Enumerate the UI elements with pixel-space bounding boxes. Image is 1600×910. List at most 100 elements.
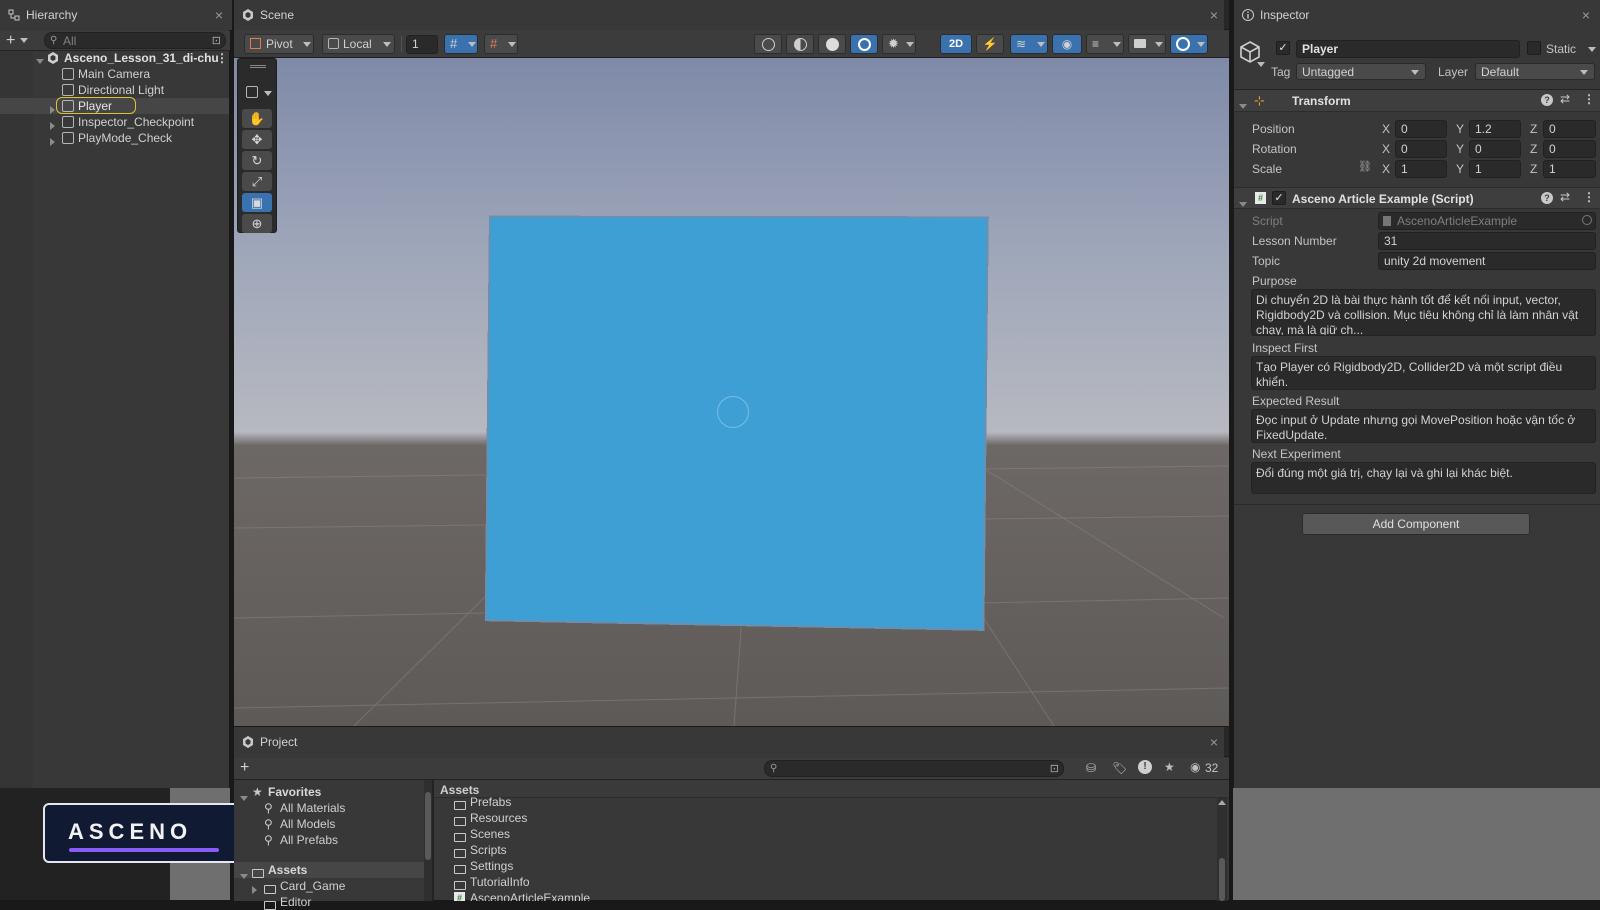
shaded-button[interactable] [818,34,846,54]
scroll-up-arrow-icon[interactable] [1218,800,1226,805]
hierarchy-item[interactable]: Directional Light [0,82,229,98]
next-experiment-textarea[interactable]: Đổi đúng một giá trị, chạy lại và ghi lạ… [1251,462,1596,494]
log-types-icon[interactable]: ! [1138,760,1152,774]
wireframe-shading-button[interactable] [754,34,782,54]
assets-scrollbar-thumb[interactable] [1219,858,1225,901]
help-icon[interactable]: ? [1541,94,1553,106]
local-dropdown[interactable]: Local [322,34,395,54]
asset-item[interactable]: TutorialInfo [434,874,1229,890]
hand-tool[interactable]: ✋ [242,109,272,128]
lighting-mode-button[interactable] [850,34,878,54]
hierarchy-close-icon[interactable]: × [212,8,226,22]
favorites-item[interactable]: ⚲ All Prefabs [234,832,424,848]
favorites-star-icon[interactable]: ★ [1164,760,1175,774]
position-y-input[interactable]: 1.2 [1469,120,1521,138]
scene-viewport[interactable] [234,58,1229,726]
static-checkbox[interactable] [1527,41,1541,55]
static-dropdown-chevron[interactable] [1588,47,1596,52]
transform-pivot-handle[interactable] [717,396,749,428]
tree-scrollbar[interactable] [424,780,432,901]
inspector-tab[interactable]: Inspector [1234,0,1600,30]
hidden-packages-eye-icon[interactable]: ◉ [1190,760,1200,774]
camera-dropdown[interactable] [1128,34,1166,54]
draw-mode-dropdown[interactable]: ✹ [882,34,916,54]
asset-item[interactable]: Scenes [434,826,1229,842]
presets-icon[interactable]: ⇄ [1560,92,1570,106]
constrain-proportions-icon[interactable]: ⛓ [1358,160,1372,173]
hierarchy-item[interactable]: Main Camera [0,66,229,82]
asset-item[interactable]: Settings [434,858,1229,874]
hierarchy-tab[interactable]: Hierarchy [0,0,232,30]
project-search-input[interactable]: ⚲ ⊡ [764,760,1064,777]
hierarchy-item[interactable]: Inspector_Checkpoint [0,114,229,130]
rotation-x-input[interactable]: 0 [1395,140,1447,158]
palette-drag-handle[interactable] [250,65,266,68]
hierarchy-item-selected[interactable]: Player [0,98,229,114]
asset-tree-item[interactable]: Editor [234,894,424,910]
scale-y-input[interactable]: 1 [1469,160,1521,178]
project-tab[interactable]: Project [234,727,1224,757]
component-menu-icon[interactable]: ⋮ [1583,190,1595,204]
grid-snap-input[interactable]: 1 [406,35,438,54]
object-picker-icon[interactable] [1582,215,1592,225]
shaded-wireframe-button[interactable] [786,34,814,54]
scale-z-input[interactable]: 1 [1543,160,1596,178]
presets-icon[interactable]: ⇄ [1560,190,1570,204]
active-checkbox[interactable]: ✓ [1276,41,1290,55]
scale-x-input[interactable]: 1 [1395,160,1447,178]
scene-menu-icon[interactable]: ⋮ [216,50,228,66]
expected-result-textarea[interactable]: Đọc input ở Update nhưng gọi MovePositio… [1251,409,1596,443]
collapse-arrow-icon[interactable] [1239,98,1247,112]
hierarchy-item[interactable]: PlayMode_Check [0,130,229,146]
component-menu-icon[interactable]: ⋮ [1583,92,1595,106]
filter-by-type-icon[interactable]: ⛁ [1086,761,1096,775]
asset-item[interactable]: Scripts [434,842,1229,858]
favorites-item[interactable]: ⚲ All Materials [234,800,424,816]
rotate-tool[interactable]: ↻ [242,151,272,170]
asset-item[interactable]: Prefabs [434,794,1229,810]
assets-scrollbar[interactable] [1217,798,1227,901]
grid-visibility-button[interactable]: # [484,34,518,54]
add-component-button[interactable]: Add Component [1302,513,1530,535]
component-enabled-checkbox[interactable]: ✓ [1272,191,1286,205]
favorites-item[interactable]: ⚲ All Models [234,816,424,832]
scene-visibility-toggle[interactable]: ◉ [1052,34,1082,54]
purpose-textarea[interactable]: Di chuyển 2D là bài thực hành tốt để kết… [1251,289,1596,336]
grid-snap-button[interactable]: # [444,34,478,54]
scale-tool[interactable]: ⤢ [242,172,272,191]
tree-scrollbar-thumb[interactable] [425,792,431,860]
rotation-z-input[interactable]: 0 [1543,140,1596,158]
scene-tab[interactable]: Scene [234,0,1224,30]
topic-input[interactable]: unity 2d movement [1378,252,1596,270]
script-component-header[interactable]: # ✓ Asceno Article Example (Script) ? ⇄ … [1234,187,1600,209]
help-icon[interactable]: ? [1541,192,1553,204]
asset-item[interactable]: Resources [434,810,1229,826]
gizmos-dropdown[interactable] [1170,34,1208,54]
layer-dropdown[interactable]: Default [1475,63,1595,80]
collapse-arrow-icon[interactable] [1239,196,1247,210]
search-by-type-icon[interactable]: ⊡ [212,33,221,49]
tag-dropdown[interactable]: Untagged [1296,63,1426,80]
search-by-type-icon[interactable]: ⊡ [1050,761,1059,777]
mode-2d-toggle[interactable]: 2D [940,34,972,54]
pivot-dropdown[interactable]: Pivot [244,34,314,54]
position-x-input[interactable]: 0 [1395,120,1447,138]
palette-object-dropdown[interactable] [244,83,274,101]
transform-header[interactable]: ⊹ Transform ? ⇄ ⋮ [1234,90,1600,112]
hierarchy-add-button[interactable]: + [6,32,34,49]
rect-tool[interactable]: ▣ [242,193,272,212]
asset-tree-item[interactable]: Card_Game [234,878,424,894]
asset-item[interactable]: # AscenoArticleExample [434,890,1229,901]
inspect-first-textarea[interactable]: Tạo Player có Rigidbody2D, Collider2D và… [1251,356,1596,390]
filter-by-label-icon[interactable]: 🏷 [1112,761,1127,775]
expand-arrow-icon[interactable] [50,134,55,150]
project-add-button[interactable]: + [240,759,249,777]
rotation-y-input[interactable]: 0 [1469,140,1521,158]
transform-tool[interactable]: ⊕ [242,214,272,233]
inspector-close-icon[interactable]: × [1579,8,1593,22]
position-z-input[interactable]: 0 [1543,120,1596,138]
object-name-input[interactable]: Player [1296,40,1520,58]
hierarchy-search-input[interactable]: ⚲ All ⊡ [44,32,226,49]
scene-close-icon[interactable]: × [1207,8,1221,22]
lesson-number-input[interactable]: 31 [1378,232,1596,250]
